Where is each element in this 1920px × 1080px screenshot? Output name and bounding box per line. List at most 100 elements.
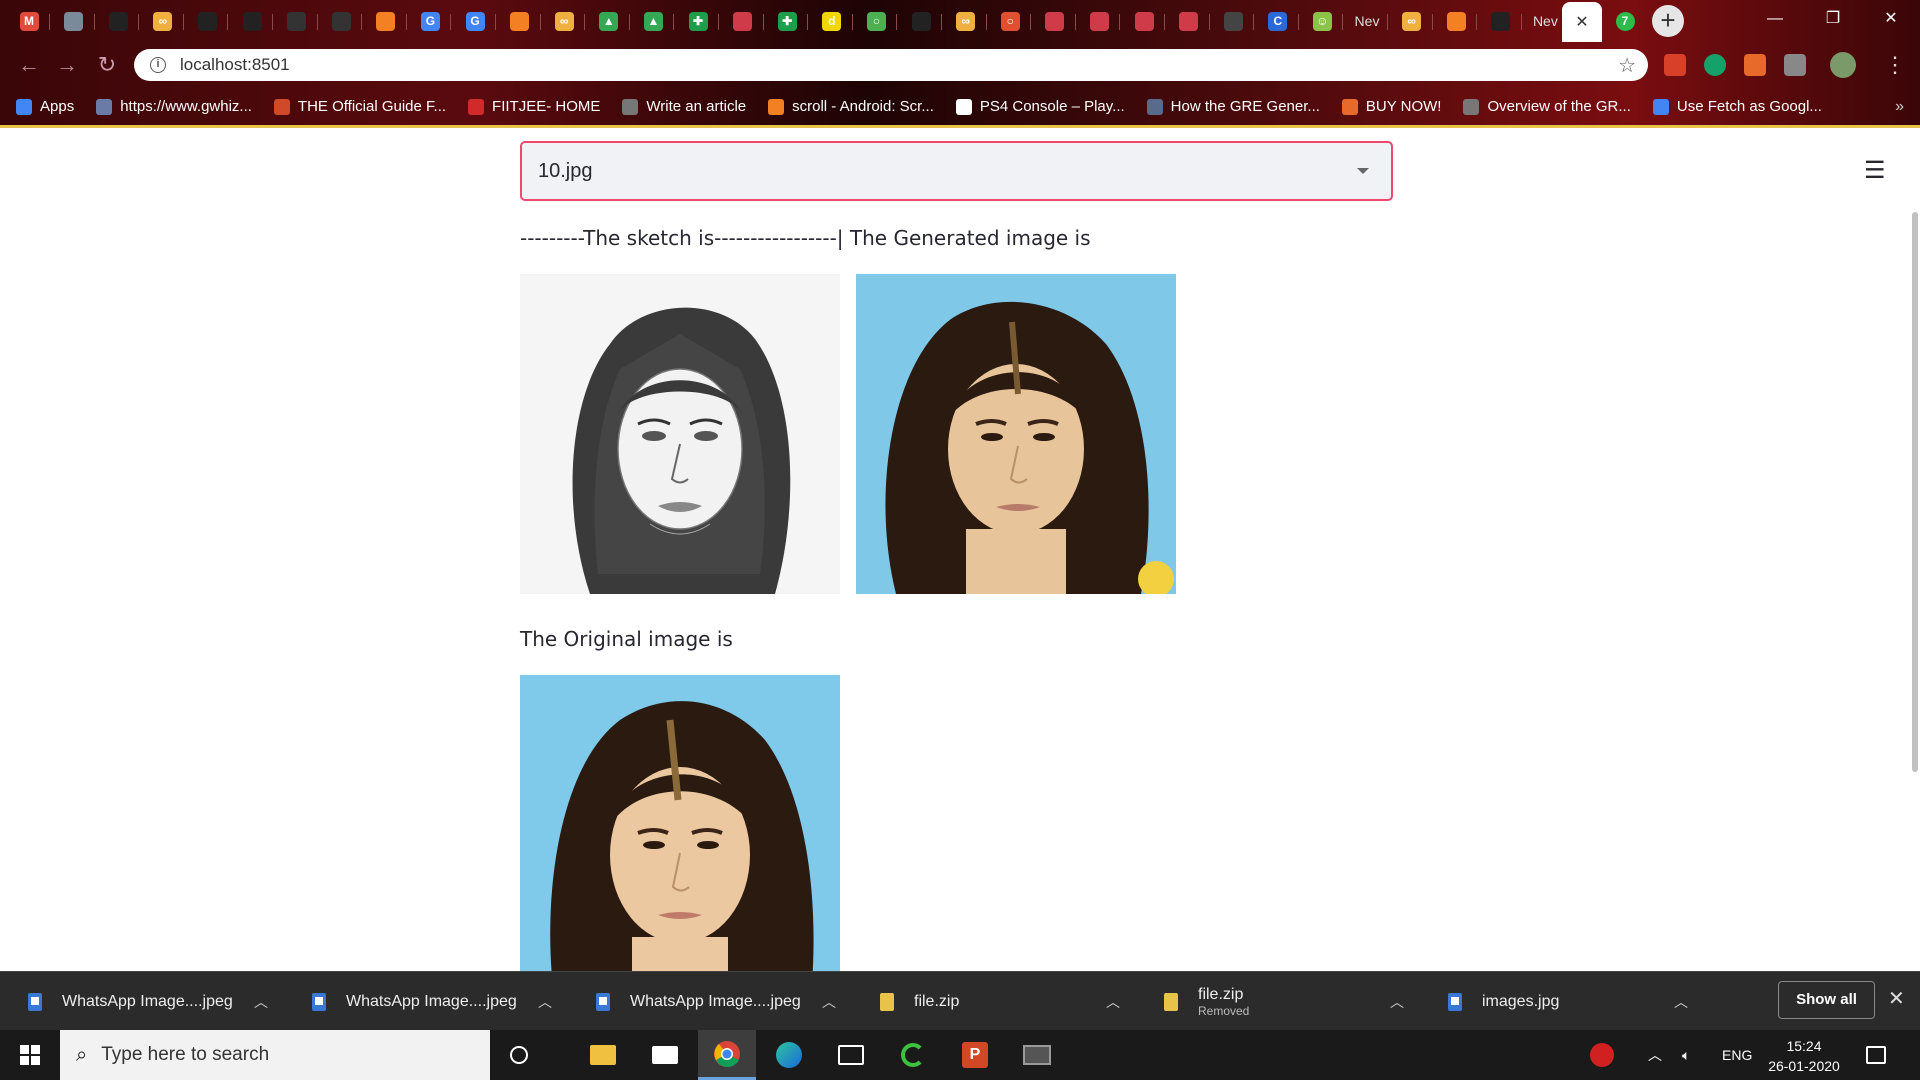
browser-tab[interactable]: ▲ [588,4,630,38]
browser-tab[interactable]: M [8,4,50,38]
extension-icon[interactable] [1784,54,1806,76]
download-options-chevron-icon[interactable]: ︿ [1106,992,1120,1012]
refresh-app-icon[interactable] [884,1030,942,1080]
download-item[interactable]: WhatsApp Image....jpeg ︿ [28,972,278,1031]
bookmark-item[interactable]: Use Fetch as Googl... [1652,98,1822,115]
antivirus-tray-icon[interactable] [1590,1030,1614,1080]
bookmark-item[interactable]: BUY NOW! [1341,98,1441,115]
address-bar[interactable]: i localhost:8501 ☆ [134,49,1648,81]
close-tab-icon[interactable]: ✕ [1575,12,1588,32]
browser-tab[interactable] [900,4,942,38]
close-downloads-icon[interactable]: ✕ [1888,986,1905,1011]
browser-tab[interactable]: G [409,4,452,38]
browser-tab[interactable] [320,4,363,38]
language-indicator[interactable]: ENG [1722,1030,1752,1080]
download-item[interactable]: WhatsApp Image....jpeg ︿ [312,972,562,1031]
bookmark-item[interactable]: Write an article [622,98,746,115]
download-item[interactable]: WhatsApp Image....jpeg ︿ [596,972,846,1031]
browser-tab[interactable]: Nev [1346,4,1388,38]
browser-tab[interactable]: ☺ [1301,4,1344,38]
browser-tab[interactable]: ∞ [142,4,184,38]
bookmark-item[interactable]: PS4 Console – Play... [955,98,1125,115]
show-all-downloads-button[interactable]: Show all [1778,981,1875,1019]
bookmark-item[interactable]: scroll - Android: Scr... [768,98,934,115]
close-window-button[interactable]: ✕ [1862,0,1920,38]
page-scrollbar[interactable] [1912,212,1918,772]
browser-tab[interactable]: 7 [1604,4,1646,38]
bookmark-star-icon[interactable]: ☆ [1618,53,1636,78]
download-options-chevron-icon[interactable]: ︿ [822,992,836,1012]
profile-avatar[interactable] [1830,52,1856,78]
browser-tab[interactable] [231,4,273,38]
image-select[interactable]: 10.jpg [520,141,1393,201]
browser-tab[interactable]: Nev [1524,4,1567,38]
powerpoint-icon[interactable]: P [946,1030,1004,1080]
download-options-chevron-icon[interactable]: ︿ [254,992,268,1012]
extension-icon[interactable] [1664,54,1686,76]
hamburger-menu-icon[interactable]: ☰ [1864,156,1886,185]
start-button[interactable] [0,1030,60,1080]
browser-tab[interactable]: ✚ [677,4,719,38]
bookmark-item[interactable]: Apps [16,98,74,115]
download-options-chevron-icon[interactable]: ︿ [1390,992,1404,1012]
file-explorer-icon[interactable] [574,1030,632,1080]
browser-tab[interactable] [722,4,764,38]
download-options-chevron-icon[interactable]: ︿ [538,992,552,1012]
show-hidden-icons[interactable]: ︿ [1648,1030,1662,1080]
forward-button[interactable]: → [52,50,82,80]
browser-tab[interactable] [499,4,541,38]
back-button[interactable]: ← [14,50,44,80]
volume-icon[interactable]: 🔈︎ [1682,1030,1690,1080]
browser-tab[interactable]: ∞ [1391,4,1433,38]
browser-tab[interactable]: ○ [855,4,898,38]
download-item[interactable]: file.zip Removed ︿ [1164,972,1414,1031]
browser-tab[interactable]: ∞ [543,4,586,38]
active-browser-tab[interactable]: ✕ [1562,2,1602,42]
download-options-chevron-icon[interactable]: ︿ [1674,992,1688,1012]
browser-tab[interactable]: C [1257,4,1299,38]
info-icon[interactable]: i [150,57,166,73]
reload-button[interactable]: ↻ [92,50,122,80]
bookmark-item[interactable]: https://www.gwhiz... [96,98,252,115]
browser-tab[interactable] [1212,4,1255,38]
browser-tab[interactable] [1123,4,1165,38]
browser-tab[interactable]: ✚ [766,4,809,38]
mail-icon[interactable] [636,1030,694,1080]
download-item[interactable]: file.zip ︿ [880,972,1130,1031]
bookmark-item[interactable]: Overview of the GR... [1463,98,1631,115]
browser-tab[interactable]: ○ [989,4,1032,38]
extension-icon[interactable] [1744,54,1766,76]
browser-tab[interactable] [1078,4,1121,38]
browser-tab[interactable] [1034,4,1076,38]
browser-tab[interactable] [1480,4,1522,38]
browser-tab[interactable] [53,4,95,38]
system-clock[interactable]: 15:24 26-01-2020 [1764,1036,1844,1076]
menu-dots-icon[interactable]: ⋮ [1880,50,1910,80]
browser-tab[interactable]: ▲ [632,4,675,38]
restore-button[interactable]: ❐ [1804,0,1862,38]
browser-tab[interactable] [1168,4,1210,38]
download-item[interactable]: images.jpg ︿ [1448,972,1698,1031]
cortana-icon[interactable] [490,1030,548,1080]
app-icon[interactable] [822,1030,880,1080]
bookmark-item[interactable]: How the GRE Gener... [1146,98,1320,115]
browser-tab[interactable] [186,4,229,38]
chrome-taskbar-icon[interactable] [698,1030,756,1080]
minimize-button[interactable]: — [1746,0,1804,38]
edge-dev-icon[interactable] [760,1030,818,1080]
notifications-icon[interactable] [1866,1030,1886,1080]
browser-tab[interactable]: ∞ [945,4,987,38]
browser-tab[interactable] [365,4,407,38]
terminal-icon[interactable] [1008,1030,1066,1080]
new-tab-button[interactable]: + [1652,5,1684,37]
more-bookmarks-icon[interactable]: » [1895,98,1904,116]
bookmark-item[interactable]: FIITJEE- HOME [468,98,600,115]
bookmark-item[interactable]: THE Official Guide F... [273,98,446,115]
taskbar-search-box[interactable]: ⌕ Type here to search [60,1030,490,1080]
browser-tab[interactable] [97,4,140,38]
browser-tab[interactable] [1435,4,1478,38]
grammarly-icon[interactable] [1704,54,1726,76]
browser-tab[interactable]: d [811,4,853,38]
browser-tab[interactable]: G [454,4,496,38]
browser-tab[interactable] [276,4,318,38]
